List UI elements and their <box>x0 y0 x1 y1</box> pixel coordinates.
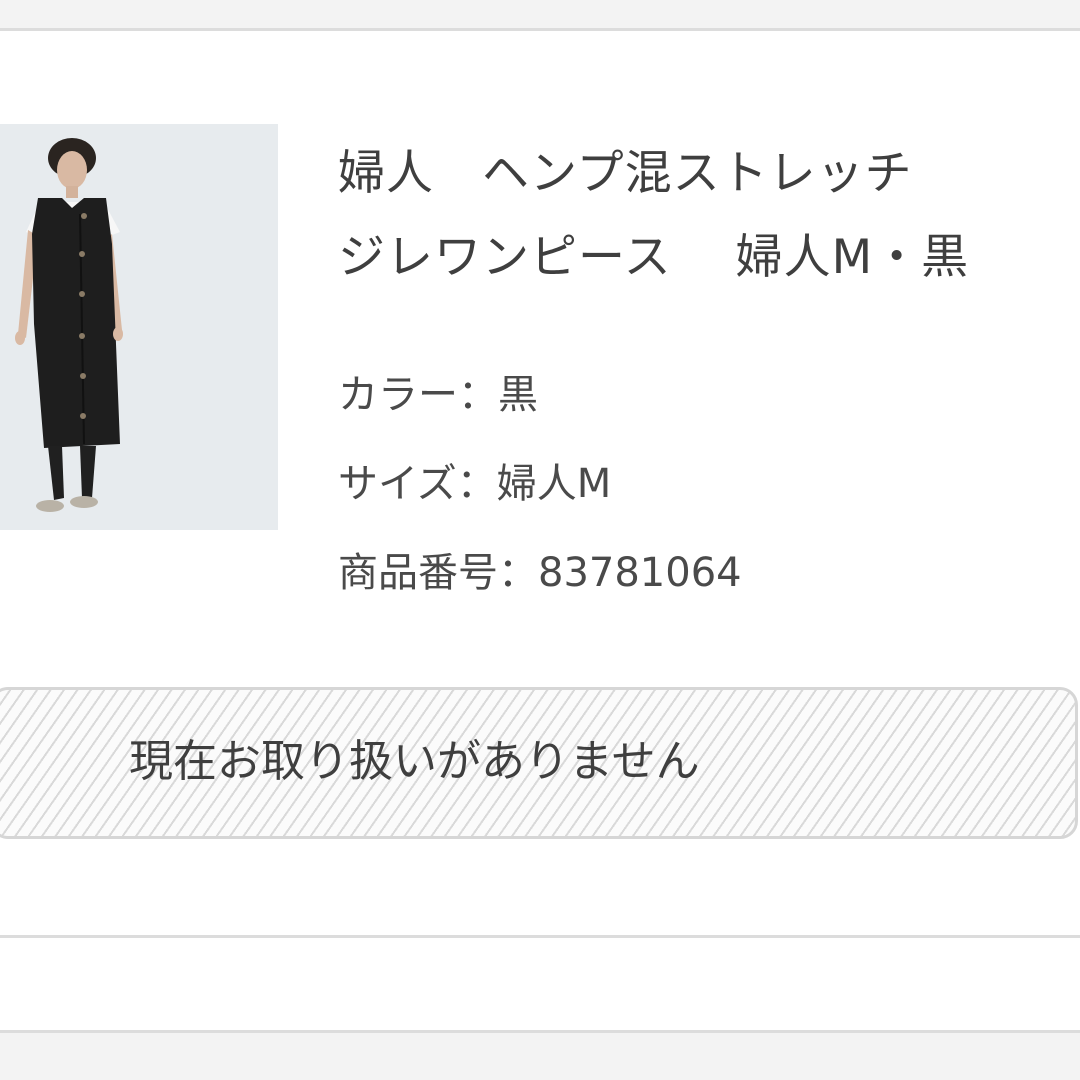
empty-row <box>0 938 1080 1033</box>
spec-color: カラー：黒 <box>338 372 538 418</box>
product-card[interactable]: 婦人 ヘンプ混ストレッチ ジレワンピース 婦人M・黒 カラー：黒 サイズ：婦人M… <box>0 31 1080 938</box>
unavailable-status-box: 現在お取り扱いがありません <box>0 687 1078 839</box>
spec-size: サイズ：婦人M <box>338 461 612 507</box>
bottom-strip <box>0 1033 1080 1080</box>
product-photo-icon[interactable] <box>0 124 278 530</box>
spec-product-number: 商品番号：83781064 <box>338 550 742 596</box>
product-title[interactable]: 婦人 ヘンプ混ストレッチ ジレワンピース 婦人M・黒 <box>338 132 1058 300</box>
page: 婦人 ヘンプ混ストレッチ ジレワンピース 婦人M・黒 カラー：黒 サイズ：婦人M… <box>0 0 1080 1080</box>
unavailable-status-label: 現在お取り扱いがありません <box>129 736 700 787</box>
top-strip <box>0 0 1080 31</box>
